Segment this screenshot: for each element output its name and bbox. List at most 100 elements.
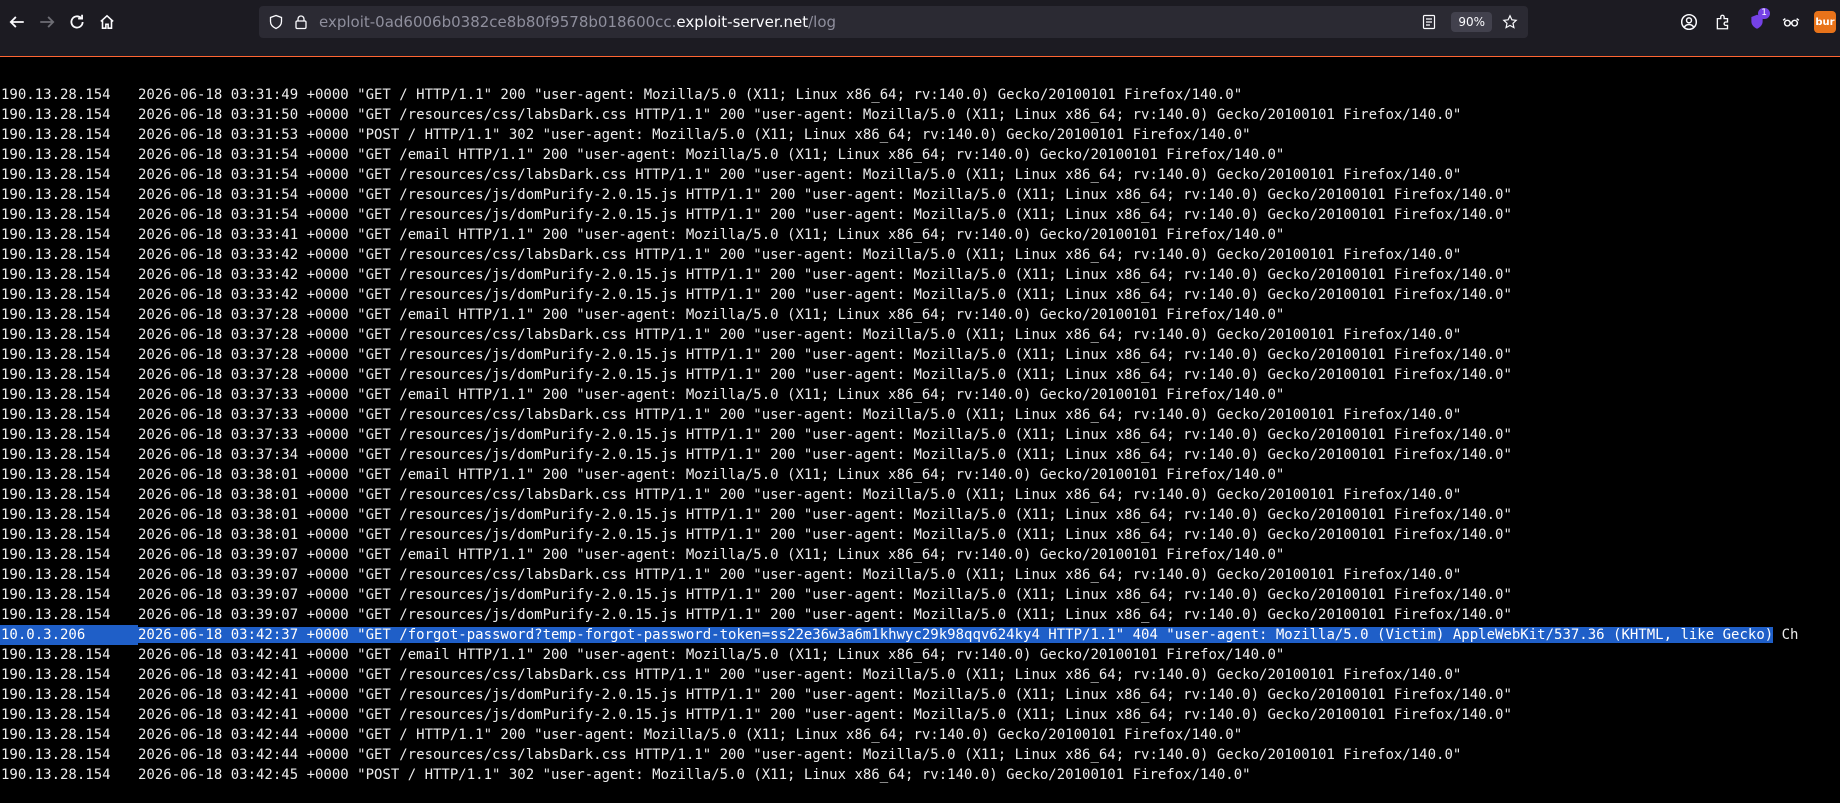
log-row[interactable]: 190.13.28.154 2026-06-18 03:31:54 +0000 "… xyxy=(0,165,1840,185)
log-row[interactable]: 190.13.28.154 2026-06-18 03:37:33 +0000 "… xyxy=(0,385,1840,405)
log-row[interactable]: 190.13.28.154 2026-06-18 03:38:01 +0000 "… xyxy=(0,525,1840,545)
log-row[interactable]: 190.13.28.154 2026-06-18 03:33:42 +0000 "… xyxy=(0,285,1840,305)
log-entry: 2026-06-18 03:42:44 +0000 "GET / HTTP/1.… xyxy=(138,727,1243,743)
forward-button[interactable] xyxy=(32,7,62,37)
log-ip: 190.13.28.154 xyxy=(1,107,111,123)
log-entry: 2026-06-18 03:33:41 +0000 "GET /email HT… xyxy=(138,227,1285,243)
log-ip: 190.13.28.154 xyxy=(1,767,111,783)
log-entry: 2026-06-18 03:37:34 +0000 "GET /resource… xyxy=(138,447,1512,463)
log-ip: 190.13.28.154 xyxy=(1,267,111,283)
log-row[interactable]: 190.13.28.154 2026-06-18 03:31:53 +0000 "… xyxy=(0,125,1840,145)
log-row[interactable]: 190.13.28.154 2026-06-18 03:31:54 +0000 "… xyxy=(0,185,1840,205)
log-row[interactable]: 190.13.28.154 2026-06-18 03:31:49 +0000 "… xyxy=(0,85,1840,105)
reload-button[interactable] xyxy=(62,7,92,37)
log-row[interactable]: 190.13.28.154 2026-06-18 03:39:07 +0000 "… xyxy=(0,565,1840,585)
log-row[interactable]: 190.13.28.154 2026-06-18 03:38:01 +0000 "… xyxy=(0,505,1840,525)
log-row[interactable]: 190.13.28.154 2026-06-18 03:37:28 +0000 "… xyxy=(0,325,1840,345)
log-ip: 190.13.28.154 xyxy=(1,247,111,263)
log-ip: 190.13.28.154 xyxy=(1,587,111,603)
extensions-button[interactable] xyxy=(1708,7,1738,37)
log-row[interactable]: 190.13.28.154 2026-06-18 03:33:41 +0000 "… xyxy=(0,225,1840,245)
log-ip: 190.13.28.154 xyxy=(1,707,111,723)
page-accent-line xyxy=(0,56,1840,57)
log-row[interactable]: 190.13.28.154 2026-06-18 03:31:54 +0000 "… xyxy=(0,205,1840,225)
log-ip: 190.13.28.154 xyxy=(1,747,111,763)
url-text: exploit-0ad6006b0382ce8b80f9578b018600cc… xyxy=(319,13,836,31)
log-row[interactable]: 190.13.28.154 2026-06-18 03:33:42 +0000 "… xyxy=(0,265,1840,285)
log-ip: 190.13.28.154 xyxy=(1,527,111,543)
log-row[interactable]: 190.13.28.154 2026-06-18 03:39:07 +0000 "… xyxy=(0,605,1840,625)
log-row[interactable]: 190.13.28.154 2026-06-18 03:42:44 +0000 "… xyxy=(0,725,1840,745)
log-entry: 2026-06-18 03:42:37 +0000 "GET /forgot-p… xyxy=(138,627,1774,643)
log-ip: 190.13.28.154 xyxy=(1,567,111,583)
reader-view-icon[interactable] xyxy=(1421,14,1437,30)
home-button[interactable] xyxy=(92,7,122,37)
log-ip: 190.13.28.154 xyxy=(1,347,111,363)
log-entry: 2026-06-18 03:31:54 +0000 "GET /resource… xyxy=(138,207,1512,223)
log-ip: 190.13.28.154 xyxy=(1,647,111,663)
zoom-level-badge[interactable]: 90% xyxy=(1451,12,1492,32)
log-entry: 2026-06-18 03:37:33 +0000 "GET /email HT… xyxy=(138,387,1285,403)
log-row[interactable]: 190.13.28.154 2026-06-18 03:38:01 +0000 "… xyxy=(0,465,1840,485)
log-ip: 190.13.28.154 xyxy=(1,687,111,703)
log-entry: 2026-06-18 03:33:42 +0000 "GET /resource… xyxy=(138,267,1512,283)
log-entry: 2026-06-18 03:37:33 +0000 "GET /resource… xyxy=(138,427,1512,443)
log-row[interactable]: 190.13.28.154 2026-06-18 03:37:34 +0000 "… xyxy=(0,445,1840,465)
log-row[interactable]: 190.13.28.154 2026-06-18 03:37:33 +0000 "… xyxy=(0,425,1840,445)
log-row[interactable]: 190.13.28.154 2026-06-18 03:37:33 +0000 "… xyxy=(0,405,1840,425)
log-row[interactable]: 190.13.28.154 2026-06-18 03:33:42 +0000 "… xyxy=(0,245,1840,265)
log-row[interactable]: 190.13.28.154 2026-06-18 03:37:28 +0000 "… xyxy=(0,305,1840,325)
log-row[interactable]: 190.13.28.154 2026-06-18 03:42:41 +0000 "… xyxy=(0,665,1840,685)
log-entry: 2026-06-18 03:33:42 +0000 "GET /resource… xyxy=(138,247,1462,263)
log-row[interactable]: 190.13.28.154 2026-06-18 03:38:01 +0000 "… xyxy=(0,485,1840,505)
log-ip: 190.13.28.154 xyxy=(1,607,111,623)
burp-icon: bur xyxy=(1814,11,1836,33)
url-bar[interactable]: exploit-0ad6006b0382ce8b80f9578b018600cc… xyxy=(259,6,1528,38)
log-entry: 2026-06-18 03:37:28 +0000 "GET /email HT… xyxy=(138,307,1285,323)
log-ip: 190.13.28.154 xyxy=(1,207,111,223)
extension-glasses-button[interactable] xyxy=(1776,7,1806,37)
lock-icon[interactable] xyxy=(293,14,309,30)
shield-icon[interactable] xyxy=(268,14,284,30)
log-ip: 190.13.28.154 xyxy=(1,727,111,743)
log-ip: 190.13.28.154 xyxy=(1,147,111,163)
log-row[interactable]: 190.13.28.154 2026-06-18 03:31:54 +0000 "… xyxy=(0,145,1840,165)
log-row[interactable]: 190.13.28.154 2026-06-18 03:42:41 +0000 "… xyxy=(0,645,1840,665)
browser-toolbar: exploit-0ad6006b0382ce8b80f9578b018600cc… xyxy=(0,0,1840,44)
log-row[interactable]: 190.13.28.154 2026-06-18 03:42:45 +0000 "… xyxy=(0,765,1840,785)
log-row[interactable]: 190.13.28.154 2026-06-18 03:39:07 +0000 "… xyxy=(0,545,1840,565)
bookmark-star-icon[interactable] xyxy=(1502,14,1518,30)
log-row[interactable]: 190.13.28.154 2026-06-18 03:37:28 +0000 "… xyxy=(0,345,1840,365)
log-entry: 2026-06-18 03:42:41 +0000 "GET /resource… xyxy=(138,687,1512,703)
log-entry: 2026-06-18 03:39:07 +0000 "GET /resource… xyxy=(138,567,1462,583)
log-entry: 2026-06-18 03:31:54 +0000 "GET /email HT… xyxy=(138,147,1285,163)
log-row[interactable]: 190.13.28.154 2026-06-18 03:42:44 +0000 "… xyxy=(0,745,1840,765)
log-row[interactable]: 190.13.28.154 2026-06-18 03:42:41 +0000 "… xyxy=(0,705,1840,725)
log-entry: 2026-06-18 03:39:07 +0000 "GET /resource… xyxy=(138,607,1512,623)
log-entry: 2026-06-18 03:38:01 +0000 "GET /resource… xyxy=(138,487,1462,503)
log-ip: 190.13.28.154 xyxy=(1,287,111,303)
extension-badge: 1 xyxy=(1758,8,1770,19)
burp-extension-button[interactable]: bur xyxy=(1810,7,1840,37)
log-ip: 190.13.28.154 xyxy=(1,187,111,203)
log-row-selected[interactable]: 10.0.3.206 2026-06-18 03:42:37 +0000 "GET… xyxy=(0,625,1840,645)
log-ip: 190.13.28.154 xyxy=(1,467,111,483)
log-row[interactable]: 190.13.28.154 2026-06-18 03:42:41 +0000 "… xyxy=(0,685,1840,705)
log-entry: 2026-06-18 03:31:50 +0000 "GET /resource… xyxy=(138,107,1462,123)
extension-shield-button[interactable]: 1 xyxy=(1742,7,1772,37)
log-row[interactable]: 190.13.28.154 2026-06-18 03:37:28 +0000 "… xyxy=(0,365,1840,385)
home-icon xyxy=(100,14,114,29)
log-ip: 190.13.28.154 xyxy=(1,167,111,183)
log-entry: 2026-06-18 03:37:28 +0000 "GET /resource… xyxy=(138,367,1512,383)
log-ip: 190.13.28.154 xyxy=(1,127,111,143)
log-entry: 2026-06-18 03:37:33 +0000 "GET /resource… xyxy=(138,407,1462,423)
log-entry: 2026-06-18 03:37:28 +0000 "GET /resource… xyxy=(138,347,1512,363)
log-row[interactable]: 190.13.28.154 2026-06-18 03:31:50 +0000 "… xyxy=(0,105,1840,125)
url-prefix: exploit-0ad6006b0382ce8b80f9578b018600cc… xyxy=(319,13,677,31)
back-button[interactable] xyxy=(2,7,32,37)
account-button[interactable] xyxy=(1674,7,1704,37)
toolbar-right: 1 bur xyxy=(1670,0,1840,44)
log-entry-overflow: Ch xyxy=(1773,627,1799,643)
log-row[interactable]: 190.13.28.154 2026-06-18 03:39:07 +0000 "… xyxy=(0,585,1840,605)
reload-icon xyxy=(70,14,84,29)
